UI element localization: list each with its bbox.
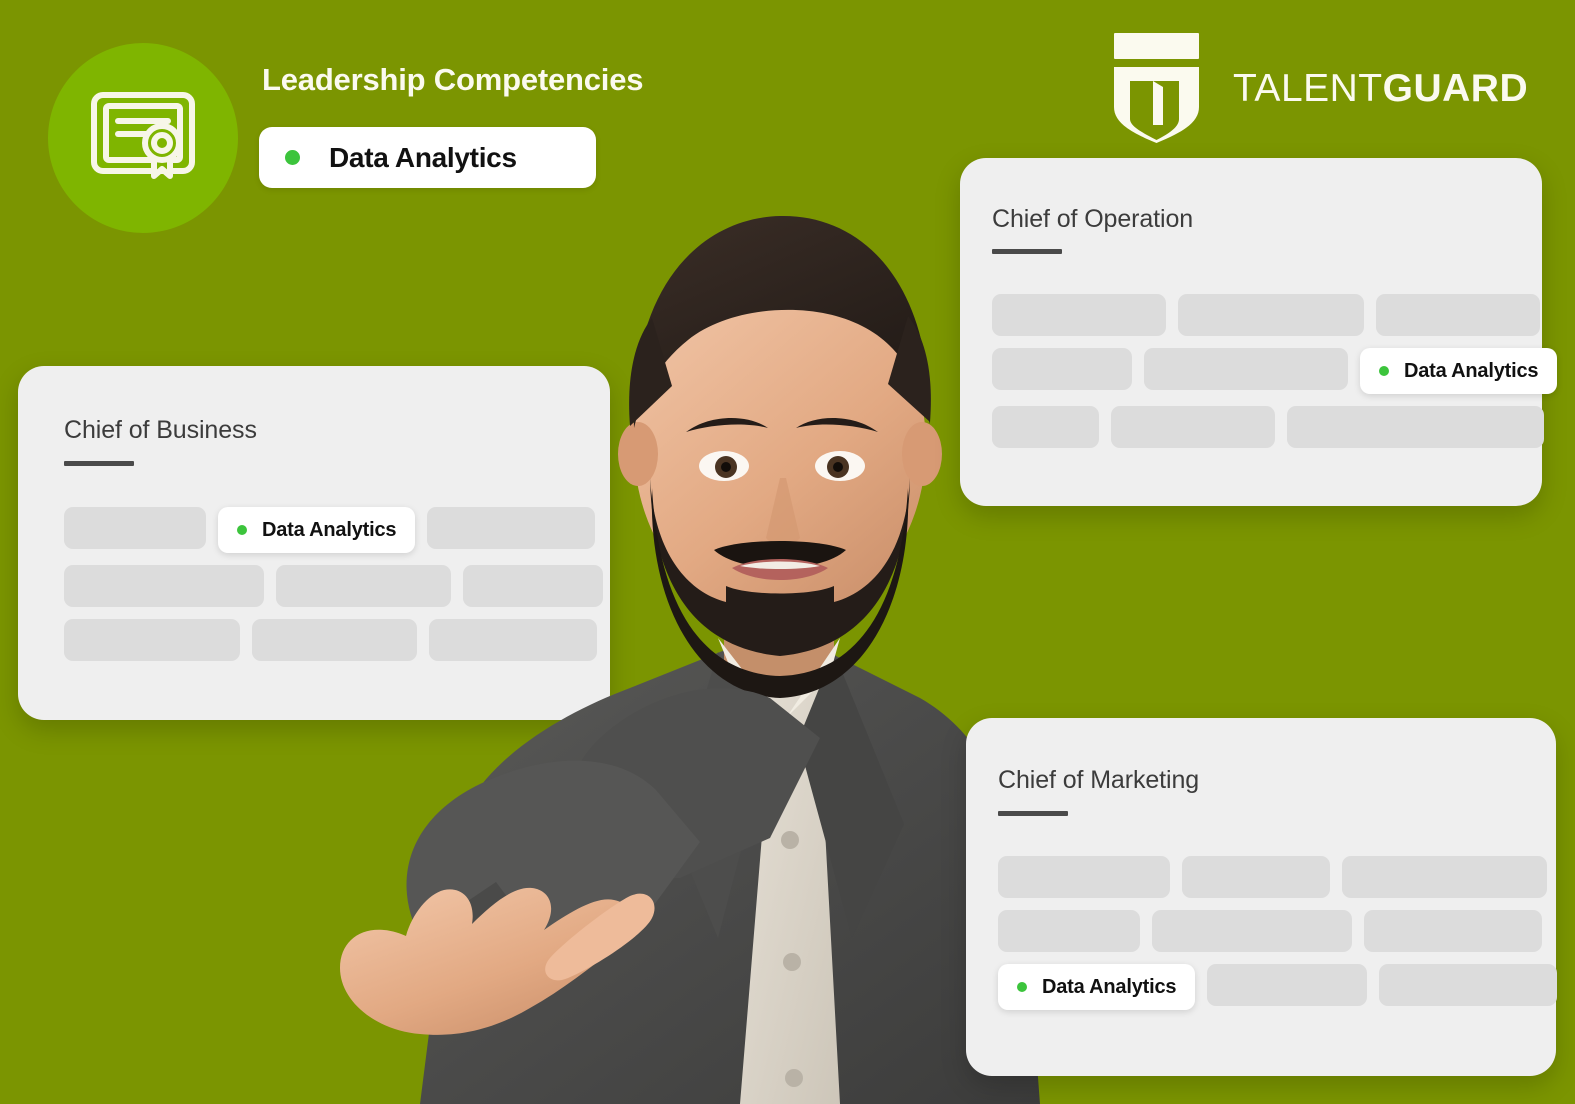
certificate-badge-circle xyxy=(48,43,238,233)
talentguard-shield-icon xyxy=(1110,31,1203,143)
competency-placeholder-bar xyxy=(992,348,1132,390)
talentguard-logo[interactable]: TALENTGUARD xyxy=(1110,31,1528,143)
card-rows-marketing: Data Analytics xyxy=(998,856,1558,1022)
competency-placeholder-bar xyxy=(1178,294,1364,336)
logo-word-talent: TALENT xyxy=(1233,66,1383,110)
competency-placeholder-bar xyxy=(1342,856,1547,898)
promo-banner: Leadership Competencies Data Analytics T… xyxy=(0,0,1575,1104)
status-dot-icon xyxy=(1017,982,1027,992)
competency-placeholder-bar xyxy=(1111,406,1275,448)
card-title-business: Chief of Business xyxy=(64,416,257,444)
competency-card-business[interactable]: Chief of Business Data Analytics xyxy=(18,366,610,720)
competency-chip-label: Data Analytics xyxy=(1042,975,1177,998)
talentguard-wordmark: TALENTGUARD xyxy=(1233,69,1528,108)
competency-placeholder-bar xyxy=(64,619,240,661)
competency-card-marketing[interactable]: Chief of Marketing Data Analytics xyxy=(966,718,1558,1076)
header-chip-label: Data Analytics xyxy=(329,141,517,173)
status-dot-icon xyxy=(1379,366,1389,376)
competency-chip[interactable]: Data Analytics xyxy=(218,507,416,553)
competency-placeholder-bar xyxy=(1207,964,1368,1006)
competency-row xyxy=(992,294,1542,336)
card-title-operation: Chief of Operation xyxy=(992,205,1194,233)
competency-card-operation[interactable]: Chief of Operation Data Analytics xyxy=(960,158,1558,506)
competency-row: Data Analytics xyxy=(992,348,1558,394)
competency-placeholder-bar xyxy=(1152,910,1352,952)
competency-placeholder-bar xyxy=(429,619,597,661)
competency-chip[interactable]: Data Analytics xyxy=(998,964,1196,1010)
card-rows-operation: Data Analytics xyxy=(992,294,1558,460)
competency-placeholder-bar xyxy=(1182,856,1330,898)
competency-placeholder-bar xyxy=(1144,348,1348,390)
logo-word-guard: GUARD xyxy=(1382,66,1529,110)
competency-placeholder-bar xyxy=(276,565,451,607)
competency-row xyxy=(998,910,1556,952)
competency-chip-label: Data Analytics xyxy=(262,518,397,541)
competency-placeholder-bar xyxy=(463,565,603,607)
competency-placeholder-bar xyxy=(427,507,596,549)
competency-placeholder-bar xyxy=(998,910,1140,952)
card-title-rule xyxy=(64,461,134,466)
competency-chip[interactable]: Data Analytics xyxy=(1360,348,1558,394)
competency-row xyxy=(992,406,1544,448)
card-title-rule xyxy=(998,811,1068,816)
page-title: Leadership Competencies xyxy=(262,62,644,97)
competency-row xyxy=(998,856,1556,898)
competency-placeholder-bar xyxy=(992,406,1099,448)
competency-row: Data Analytics xyxy=(64,507,610,553)
status-dot-icon xyxy=(237,525,247,535)
competency-row xyxy=(64,565,610,607)
competency-placeholder-bar xyxy=(64,565,264,607)
competency-placeholder-bar xyxy=(1287,406,1544,448)
competency-placeholder-bar xyxy=(64,507,206,549)
competency-placeholder-bar xyxy=(252,619,417,661)
competency-row xyxy=(64,619,610,661)
competency-placeholder-bar xyxy=(998,856,1170,898)
competency-chip-label: Data Analytics xyxy=(1404,359,1539,382)
card-title-rule xyxy=(992,249,1062,254)
card-rows-business: Data Analytics xyxy=(64,507,610,673)
competency-placeholder-bar xyxy=(1379,964,1558,1006)
header-competency-chip[interactable]: Data Analytics xyxy=(259,127,596,188)
competency-row: Data Analytics xyxy=(998,964,1558,1010)
competency-placeholder-bar xyxy=(992,294,1166,336)
card-title-marketing: Chief of Marketing xyxy=(998,766,1200,794)
competency-placeholder-bar xyxy=(1376,294,1540,336)
certificate-icon xyxy=(87,88,199,188)
competency-placeholder-bar xyxy=(1364,910,1542,952)
status-dot-icon xyxy=(285,150,300,165)
